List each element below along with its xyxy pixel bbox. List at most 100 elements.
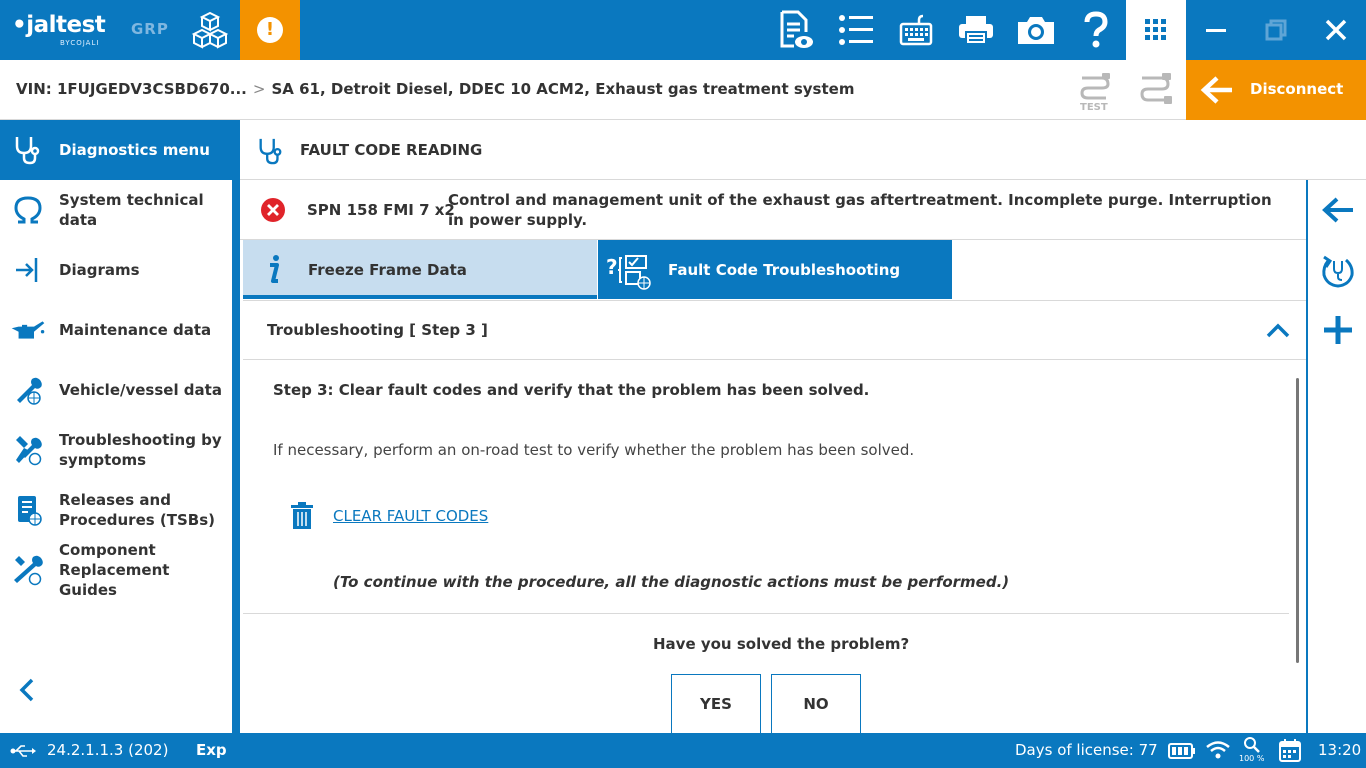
question-label: Have you solved the problem?	[653, 635, 910, 653]
sidebar-item-system-technical-data[interactable]: System technical data	[0, 180, 232, 240]
tab-freeze-frame-data[interactable]: Freeze Frame Data	[243, 240, 597, 299]
close-button[interactable]	[1306, 0, 1366, 60]
screenshot-button[interactable]	[1006, 0, 1066, 60]
sidebar: Diagnostics menu System technical data D…	[0, 120, 240, 733]
version-label: 24.2.1.1.3 (202)	[47, 741, 169, 759]
back-button[interactable]	[1316, 188, 1360, 232]
sidebar-item-troubleshooting-by-symptoms[interactable]: Troubleshooting by symptoms	[0, 420, 232, 480]
procedure-note: (To continue with the procedure, all the…	[333, 573, 1010, 591]
arrow-left-icon	[1322, 197, 1353, 223]
sidebar-rail	[232, 120, 240, 733]
chevron-left-icon	[19, 678, 34, 702]
arrow-left-icon	[1200, 76, 1232, 104]
grp-label: GRP	[131, 20, 169, 38]
fault-description: Control and management unit of the exhau…	[448, 191, 1272, 229]
close-icon	[1325, 19, 1347, 41]
jaltest-logo: •jaltest BYCOJALI	[12, 12, 106, 47]
license-label: Days of license: 77	[1015, 741, 1158, 759]
battery-icon	[1168, 743, 1195, 759]
sidebar-header-diagnostics-menu[interactable]: Diagnostics menu	[0, 120, 232, 180]
error-icon	[261, 198, 285, 222]
keyboard-icon	[899, 14, 933, 46]
report-view-button[interactable]	[766, 0, 826, 60]
scrollbar[interactable]	[1296, 378, 1299, 663]
status-bar: 24.2.1.1.3 (202) Exp Days of license: 77…	[0, 733, 1366, 768]
restore-button[interactable]	[1246, 0, 1306, 60]
sidebar-item-label: Releases and Procedures (TSBs)	[59, 491, 216, 529]
wrench-globe-icon	[17, 377, 42, 405]
test-tool-icon[interactable]: TEST	[1076, 70, 1116, 112]
stethoscope-icon	[259, 138, 282, 165]
top-bar: •jaltest BYCOJALI GRP !	[0, 0, 1366, 60]
refresh-diagnostics-button[interactable]	[1316, 248, 1360, 292]
sidebar-item-label: Component Replacement Guides	[59, 541, 170, 599]
add-button[interactable]	[1316, 308, 1360, 352]
trash-icon[interactable]	[290, 502, 314, 530]
tools-guide-icon	[14, 555, 43, 586]
step-description: If necessary, perform an on-road test to…	[273, 441, 915, 459]
tab-label: Fault Code Troubleshooting	[668, 261, 901, 279]
usb-icon	[10, 745, 36, 757]
vin-label[interactable]: VIN: 1FUJGEDV3CSBD670...	[16, 80, 247, 98]
chevron-up-icon[interactable]	[1265, 321, 1291, 339]
zoom-icon[interactable]	[1243, 737, 1261, 753]
plus-icon	[1324, 316, 1352, 344]
troubleshooting-checklist-icon: ?	[606, 255, 651, 290]
sidebar-header-label: Diagnostics menu	[59, 141, 210, 159]
diagram-icon	[16, 258, 38, 282]
step-title: Step 3: Clear fault codes and verify tha…	[273, 381, 870, 399]
sidebar-collapse-button[interactable]	[16, 676, 38, 708]
breadcrumb-separator: >	[252, 80, 266, 98]
printer-icon	[959, 16, 993, 45]
sidebar-item-vehicle-vessel-data[interactable]: Vehicle/vessel data	[0, 360, 232, 420]
fault-code-row: SPN 158 FMI 7 x2 Control and management …	[240, 180, 1306, 240]
minimize-button[interactable]	[1186, 0, 1246, 60]
fault-code: SPN 158 FMI 7 x2	[307, 201, 455, 219]
tools-globe-icon	[16, 436, 42, 466]
refresh-stethoscope-icon	[1322, 255, 1354, 288]
right-action-rail	[1306, 180, 1366, 733]
calendar-icon[interactable]	[1279, 738, 1301, 762]
tab-bar: Freeze Frame Data ? Fault Code Troublesh…	[243, 240, 1306, 299]
wifi-icon	[1206, 741, 1230, 759]
breadcrumb: VIN: 1FUJGEDV3CSBD670... > SA 61, Detroit …	[16, 80, 854, 98]
sidebar-item-label: System technical data	[59, 191, 204, 229]
sidebar-item-maintenance-data[interactable]: Maintenance data	[0, 300, 232, 360]
sidebar-item-diagrams[interactable]: Diagrams	[0, 240, 232, 300]
sidebar-item-label: Vehicle/vessel data	[59, 381, 222, 399]
sidebar-item-releases-and-procedures[interactable]: Releases and Procedures (TSBs)	[0, 480, 232, 540]
sidebar-item-component-replacement-guides[interactable]: Component Replacement Guides	[0, 540, 232, 600]
list-button[interactable]	[826, 0, 886, 60]
main-header: FAULT CODE READING	[240, 120, 1366, 180]
zoom-level: 100 %	[1239, 754, 1265, 763]
disconnect-button[interactable]: Disconnect	[1186, 60, 1366, 120]
troubleshooting-step-header[interactable]: Troubleshooting [ Step 3 ]	[243, 300, 1306, 360]
restore-icon	[1265, 19, 1287, 41]
document-globe-icon	[18, 496, 42, 526]
keyboard-button[interactable]	[886, 0, 946, 60]
cable-tool-icon[interactable]	[1136, 72, 1176, 108]
step-header-label: Troubleshooting [ Step 3 ]	[267, 321, 488, 339]
help-button[interactable]	[1066, 0, 1126, 60]
minimize-icon	[1206, 29, 1226, 32]
alert-button[interactable]: !	[240, 0, 300, 60]
apps-button[interactable]	[1126, 0, 1186, 60]
tab-fault-code-troubleshooting[interactable]: ? Fault Code Troubleshooting	[598, 240, 952, 299]
sidebar-item-label: Diagrams	[59, 261, 140, 279]
svg-text:?: ?	[606, 255, 618, 279]
test-label: TEST	[1080, 102, 1108, 112]
exclamation-icon: !	[257, 17, 283, 43]
cubes-icon[interactable]	[190, 10, 230, 50]
info-icon	[270, 255, 279, 283]
question-mark-icon	[1084, 11, 1108, 48]
yes-button[interactable]: YES	[671, 674, 761, 734]
page-title: FAULT CODE READING	[300, 141, 483, 159]
print-button[interactable]	[946, 0, 1006, 60]
divider	[243, 613, 1289, 614]
system-label[interactable]: SA 61, Detroit Diesel, DDEC 10 ACM2, Exh…	[271, 80, 854, 98]
no-button[interactable]: NO	[771, 674, 861, 734]
grid-icon	[1145, 19, 1166, 40]
clear-fault-codes-link[interactable]: CLEAR FAULT CODES	[333, 507, 488, 525]
document-eye-icon	[780, 10, 813, 48]
mode-label: Exp	[196, 741, 227, 759]
